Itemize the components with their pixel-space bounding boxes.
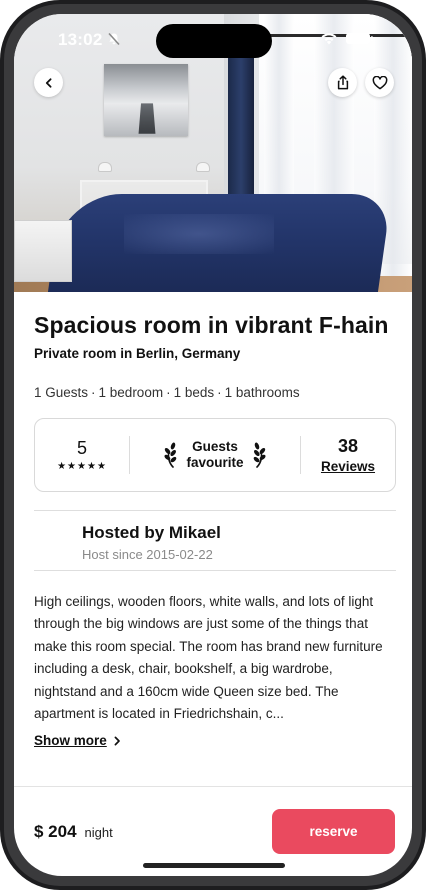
chevron-right-icon bbox=[114, 736, 120, 745]
spec-beds: 1 beds bbox=[173, 385, 215, 400]
bell-off-icon bbox=[108, 32, 120, 46]
spec-bathrooms: 1 bathrooms bbox=[224, 385, 300, 400]
photo-lamp bbox=[98, 162, 112, 172]
photo-bed-highlight bbox=[124, 214, 274, 254]
host-name: Hosted by Mikael bbox=[82, 523, 221, 542]
listing-photo[interactable]: 13:02 bbox=[14, 14, 412, 292]
price: $ 204 night bbox=[34, 822, 113, 842]
home-indicator[interactable] bbox=[143, 863, 285, 868]
spec-guests: 1 Guests bbox=[34, 385, 89, 400]
laurel-left-icon bbox=[164, 442, 177, 468]
divider bbox=[34, 570, 396, 571]
badge-label: Guests favourite bbox=[186, 439, 243, 471]
reviews-link[interactable]: Reviews bbox=[301, 459, 395, 474]
photo-lamp bbox=[196, 162, 210, 172]
listing-description: High ceilings, wooden floors, white wall… bbox=[34, 594, 383, 722]
price-unit: night bbox=[84, 825, 113, 840]
host-since: Host since 2015-02-22 bbox=[82, 547, 213, 562]
status-time: 13:02 bbox=[58, 30, 103, 49]
reviews-stat: 38 Reviews bbox=[301, 436, 395, 474]
listing-subtitle: Private room in Berlin, Germany bbox=[34, 346, 241, 361]
back-button[interactable] bbox=[34, 68, 63, 97]
host-info[interactable]: Hosted by Mikael Host since 2015-02-22 bbox=[34, 511, 396, 570]
share-button[interactable] bbox=[328, 68, 357, 97]
host-section: Hosted by Mikael Host since 2015-02-22 bbox=[34, 510, 396, 571]
screen: 13:02 Spacious room in vibrant F-hain Pr… bbox=[14, 14, 412, 876]
listing-title: Spacious room in vibrant F-hain bbox=[34, 312, 389, 338]
device-frame: 13:02 Spacious room in vibrant F-hain Pr… bbox=[0, 0, 426, 890]
photo-painting bbox=[104, 64, 188, 136]
heart-icon bbox=[372, 75, 387, 89]
show-more-link[interactable]: Show more bbox=[34, 733, 121, 748]
status-indicators bbox=[320, 32, 373, 45]
favorite-button[interactable] bbox=[365, 68, 394, 97]
wifi-icon bbox=[321, 33, 337, 45]
badge-line-1: Guests bbox=[192, 439, 238, 454]
photo-curtain-dark bbox=[228, 34, 254, 214]
laurel-right-icon bbox=[253, 442, 266, 468]
rating-value: 5 bbox=[76, 438, 87, 458]
chevron-left-icon bbox=[45, 77, 51, 88]
show-more-label: Show more bbox=[34, 733, 107, 748]
footer-divider bbox=[14, 786, 412, 787]
rating-stars: ★★★★★ bbox=[57, 461, 107, 472]
guest-favourite-badge: Guests favourite bbox=[130, 439, 300, 471]
reserve-button[interactable]: reserve bbox=[272, 809, 395, 854]
rating-stat: 5 ★★★★★ bbox=[35, 438, 129, 472]
stats-card: 5 ★★★★★ Guests favourite 38 Reviews bbox=[34, 418, 396, 492]
badge-line-2: favourite bbox=[186, 455, 244, 470]
spec-bedrooms: 1 bedroom bbox=[98, 385, 164, 400]
dynamic-island bbox=[156, 24, 272, 58]
price-amount: $ 204 bbox=[34, 822, 77, 841]
reviews-count: 38 bbox=[337, 436, 359, 456]
listing-details: Spacious room in vibrant F-hain Private … bbox=[34, 292, 396, 750]
share-icon bbox=[337, 75, 348, 90]
battery-icon bbox=[346, 33, 373, 44]
photo-nightstand bbox=[14, 220, 72, 282]
listing-specs: 1 Guests · 1 bedroom · 1 beds · 1 bathrooms bbox=[34, 385, 300, 400]
